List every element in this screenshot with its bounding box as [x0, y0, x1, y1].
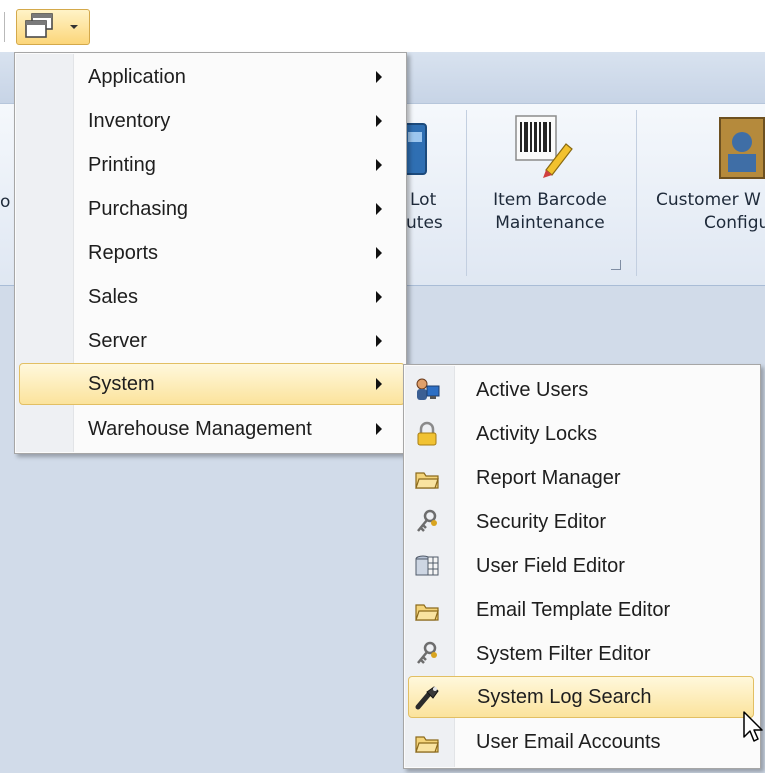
menu-item-label: Sales	[88, 285, 139, 308]
submenu-arrow-icon	[376, 423, 382, 435]
group-dialog-launcher-icon[interactable]	[611, 260, 621, 270]
submenu-item-security-editor[interactable]: Security Editor	[408, 501, 758, 543]
item-barcode-label-line1: Item Barcode	[493, 190, 607, 210]
mouse-cursor-icon	[743, 711, 763, 742]
menu-item-inventory[interactable]: Inventory	[20, 100, 404, 142]
submenu-item-report-manager[interactable]: Report Manager	[408, 457, 758, 499]
submenu-item-label: Active Users	[476, 378, 589, 401]
menu-item-printing[interactable]: Printing	[20, 144, 404, 186]
submenu-item-label: Security Editor	[476, 510, 607, 533]
ribbon-partial-label: o	[0, 192, 11, 212]
customer-warehouse-icon	[719, 117, 765, 179]
menu-item-label: System	[88, 372, 155, 395]
customer-warehouse-configuration-button[interactable]: Customer W Configu	[646, 110, 765, 260]
menu-item-sales[interactable]: Sales	[20, 276, 404, 318]
title-strip	[0, 0, 765, 52]
submenu-item-system-filter-editor[interactable]: System Filter Editor	[408, 633, 758, 675]
menu-item-label: Inventory	[88, 109, 171, 132]
submenu-item-label: Email Template Editor	[476, 598, 671, 621]
submenu-item-label: Report Manager	[476, 466, 621, 489]
menu-item-label: Printing	[88, 153, 156, 176]
barcode-pencil-icon	[515, 115, 573, 178]
submenu-arrow-icon	[376, 159, 382, 171]
submenu-item-label: System Log Search	[477, 685, 652, 708]
keys-icon	[417, 641, 437, 664]
submenu-arrow-icon	[376, 71, 382, 83]
menu-item-server[interactable]: Server	[20, 320, 404, 362]
item-barcode-label-line2: Maintenance	[495, 213, 605, 233]
submenu-arrow-icon	[376, 291, 382, 303]
submenu-arrow-icon	[376, 335, 382, 347]
ribbon-separator	[466, 110, 467, 276]
menu-item-application[interactable]: Application	[20, 56, 404, 98]
folder-icon	[415, 472, 439, 489]
lot-attributes-button[interactable]: Lot utes	[404, 110, 464, 260]
submenu-arrow-icon	[376, 247, 382, 259]
folder-icon	[415, 736, 439, 753]
ribbon-separator	[636, 110, 637, 276]
folder-icon	[415, 604, 439, 621]
menu-item-warehouse-management[interactable]: Warehouse Management	[20, 408, 404, 450]
padlock-icon	[417, 421, 437, 446]
lot-attributes-label-line1: Lot	[410, 190, 437, 210]
active-users-icon	[416, 378, 440, 400]
menu-item-label: Reports	[88, 241, 159, 264]
menu-item-purchasing[interactable]: Purchasing	[20, 188, 404, 230]
flashlight-icon	[415, 686, 439, 710]
menu-item-label: Server	[88, 329, 147, 352]
submenu-item-label: User Field Editor	[476, 554, 625, 577]
submenu-item-user-email-accounts[interactable]: User Email Accounts	[408, 721, 758, 763]
submenu-arrow-icon	[376, 378, 382, 390]
lot-attributes-icon	[404, 123, 427, 175]
menu-item-label: Purchasing	[88, 197, 189, 220]
submenu-arrow-icon	[376, 115, 382, 127]
submenu-item-label: User Email Accounts	[476, 730, 661, 753]
submenu-arrow-icon	[376, 203, 382, 215]
submenu-item-active-users[interactable]: Active Users	[408, 369, 758, 411]
menu-item-system[interactable]: System	[19, 363, 405, 405]
item-barcode-maintenance-button[interactable]: Item Barcode Maintenance	[470, 110, 630, 260]
toolbar-divider	[4, 12, 5, 42]
lot-attributes-label-line2: utes	[406, 213, 443, 233]
menu-item-label: Application	[88, 65, 186, 88]
customer-label-line1: Customer W	[656, 190, 761, 210]
submenu-item-activity-locks[interactable]: Activity Locks	[408, 413, 758, 455]
submenu-item-label: System Filter Editor	[476, 642, 651, 665]
database-grid-icon	[415, 555, 439, 576]
submenu-item-system-log-search[interactable]: System Log Search	[408, 676, 754, 718]
dropdown-arrow-icon	[70, 25, 78, 29]
menu-item-label: Warehouse Management	[88, 417, 312, 440]
customer-label-line2: Configu	[704, 213, 765, 233]
submenu-item-email-template-editor[interactable]: Email Template Editor	[408, 589, 758, 631]
quick-access-menu-button[interactable]	[16, 9, 90, 45]
submenu-item-user-field-editor[interactable]: User Field Editor	[408, 545, 758, 587]
window-stack-icon	[25, 13, 53, 38]
submenu-item-label: Activity Locks	[476, 422, 598, 445]
menu-item-reports[interactable]: Reports	[20, 232, 404, 274]
keys-icon	[417, 509, 437, 532]
